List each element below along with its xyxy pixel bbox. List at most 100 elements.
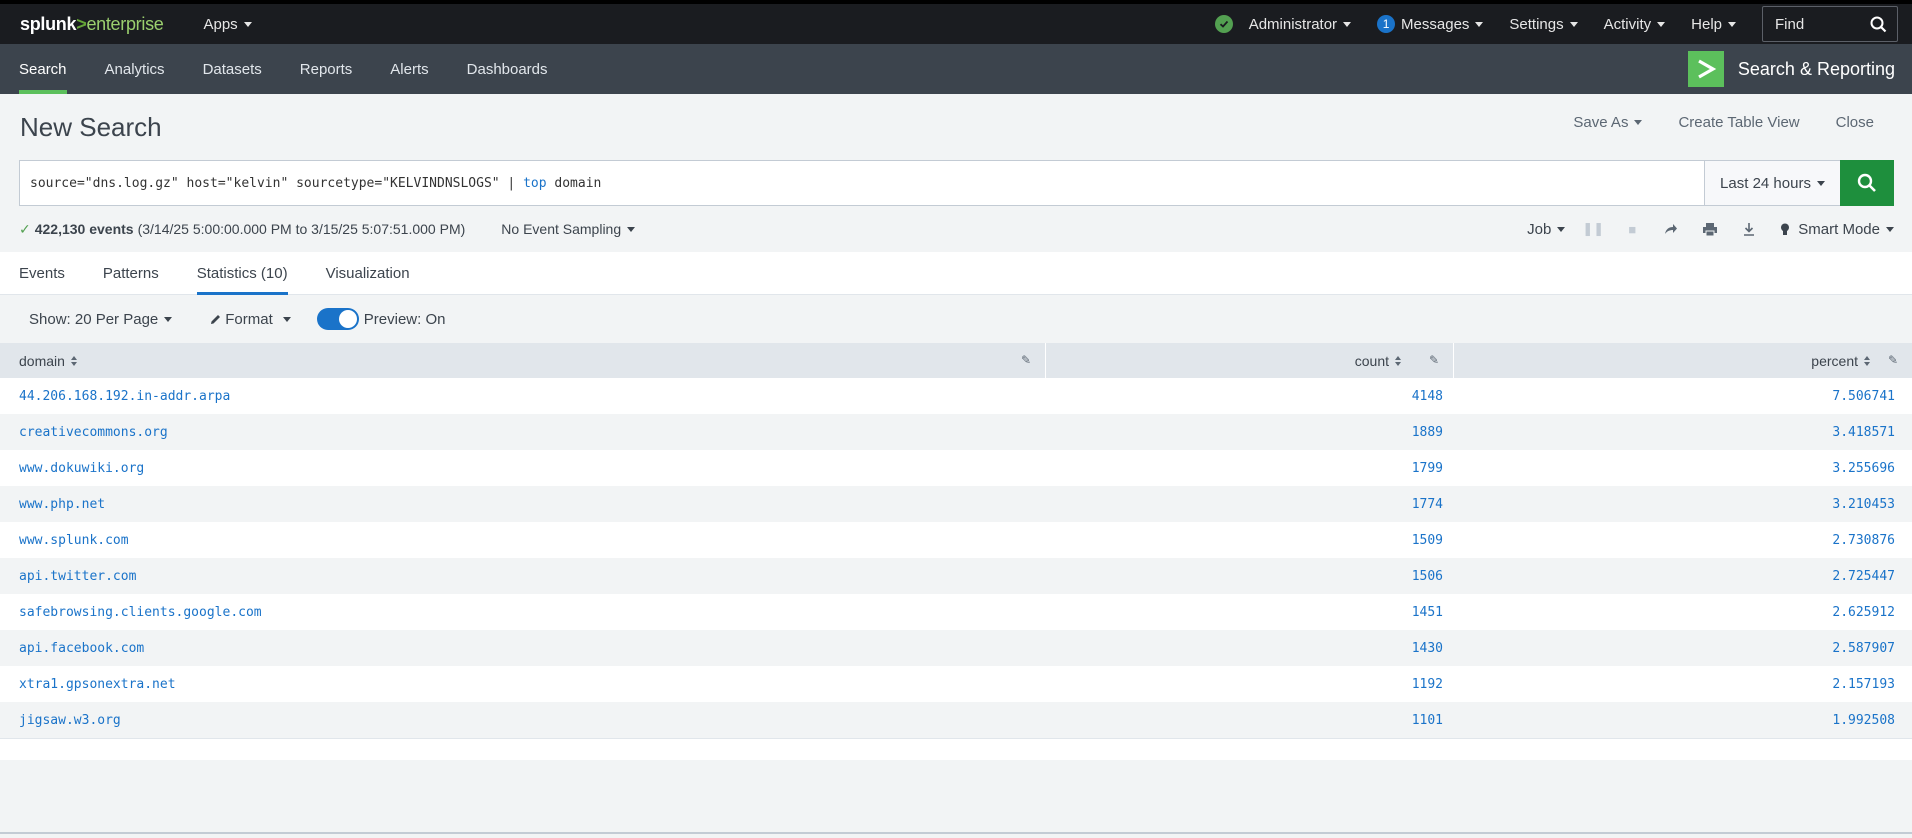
percent-cell[interactable]: 3.255696 bbox=[1454, 450, 1912, 486]
chevron-down-icon bbox=[1569, 21, 1578, 27]
event-time-span: (3/14/25 5:00:00.000 PM to 3/15/25 5:07:… bbox=[137, 221, 466, 237]
chevron-down-icon bbox=[1557, 226, 1566, 232]
chevron-down-icon bbox=[627, 226, 636, 232]
search-mode-menu[interactable]: Smart Mode bbox=[1780, 221, 1894, 238]
domain-cell[interactable]: safebrowsing.clients.google.com bbox=[0, 594, 1046, 630]
search-icon bbox=[1857, 173, 1876, 192]
results-tabs: Events Patterns Statistics (10) Visualiz… bbox=[0, 252, 1912, 295]
percent-cell[interactable]: 2.625912 bbox=[1454, 594, 1912, 630]
percent-cell[interactable]: 2.587907 bbox=[1454, 630, 1912, 666]
tab-patterns[interactable]: Patterns bbox=[84, 252, 178, 295]
domain-cell[interactable]: www.php.net bbox=[0, 486, 1046, 522]
column-header-domain[interactable]: domain ✎ bbox=[0, 343, 1046, 378]
help-menu[interactable]: Help bbox=[1691, 16, 1736, 33]
rows-per-page-menu[interactable]: Show: 20 Per Page bbox=[29, 311, 173, 328]
app-title[interactable]: Search & Reporting bbox=[1687, 50, 1895, 88]
percent-cell[interactable]: 7.506741 bbox=[1454, 378, 1912, 414]
table-row: www.dokuwiki.org 1799 3.255696 bbox=[0, 450, 1912, 486]
percent-cell[interactable]: 2.725447 bbox=[1454, 558, 1912, 594]
health-status-icon[interactable] bbox=[1214, 15, 1233, 33]
event-sampling-menu[interactable]: No Event Sampling bbox=[501, 221, 636, 237]
percent-cell[interactable]: 1.992508 bbox=[1454, 702, 1912, 738]
chevron-down-icon bbox=[1343, 21, 1352, 27]
nav-tab-alerts[interactable]: Alerts bbox=[371, 44, 447, 94]
percent-cell[interactable]: 2.157193 bbox=[1454, 666, 1912, 702]
activity-menu[interactable]: Activity bbox=[1604, 16, 1666, 33]
domain-cell[interactable]: api.twitter.com bbox=[0, 558, 1046, 594]
count-cell[interactable]: 1101 bbox=[1046, 702, 1454, 738]
messages-count-badge: 1 bbox=[1377, 15, 1396, 33]
nav-tab-datasets[interactable]: Datasets bbox=[184, 44, 281, 94]
count-cell[interactable]: 1192 bbox=[1046, 666, 1454, 702]
table-row: safebrowsing.clients.google.com 1451 2.625… bbox=[0, 594, 1912, 630]
apps-menu[interactable]: Apps bbox=[203, 16, 252, 33]
count-cell[interactable]: 1774 bbox=[1046, 486, 1454, 522]
column-header-percent[interactable]: percent ✎ bbox=[1454, 343, 1912, 378]
check-icon: ✓ bbox=[19, 220, 31, 237]
search-icon bbox=[1870, 16, 1887, 32]
nav-tab-analytics[interactable]: Analytics bbox=[86, 44, 184, 94]
column-header-count[interactable]: count ✎ bbox=[1046, 343, 1454, 378]
print-icon[interactable] bbox=[1699, 222, 1721, 236]
count-cell[interactable]: 1451 bbox=[1046, 594, 1454, 630]
toggle-switch[interactable] bbox=[316, 308, 359, 330]
percent-cell[interactable]: 2.730876 bbox=[1454, 522, 1912, 558]
app-navigation: Search Analytics Datasets Reports Alerts… bbox=[0, 44, 1912, 94]
divider bbox=[0, 832, 1912, 834]
table-footer bbox=[0, 738, 1912, 760]
domain-cell[interactable]: www.dokuwiki.org bbox=[0, 450, 1046, 486]
format-menu[interactable]: Format bbox=[210, 311, 291, 328]
domain-cell[interactable]: www.splunk.com bbox=[0, 522, 1046, 558]
sort-icon bbox=[1395, 355, 1401, 366]
search-bar: source="dns.log.gz" host="kelvin" source… bbox=[19, 159, 1894, 206]
table-row: api.twitter.com 1506 2.725447 bbox=[0, 558, 1912, 594]
preview-toggle[interactable]: Preview: On bbox=[316, 308, 445, 330]
tab-visualization[interactable]: Visualization bbox=[307, 252, 429, 295]
export-icon[interactable] bbox=[1738, 222, 1760, 236]
sort-icon bbox=[1864, 355, 1870, 366]
table-row: www.splunk.com 1509 2.730876 bbox=[0, 522, 1912, 558]
domain-cell[interactable]: api.facebook.com bbox=[0, 630, 1046, 666]
tab-statistics[interactable]: Statistics (10) bbox=[178, 252, 307, 295]
pencil-icon[interactable]: ✎ bbox=[1888, 353, 1898, 367]
pause-icon[interactable]: ❚❚ bbox=[1582, 221, 1604, 237]
nav-tab-dashboards[interactable]: Dashboards bbox=[448, 44, 567, 94]
pencil-icon[interactable]: ✎ bbox=[1429, 353, 1439, 367]
create-table-view-button[interactable]: Create Table View bbox=[1678, 114, 1799, 131]
count-cell[interactable]: 1509 bbox=[1046, 522, 1454, 558]
count-cell[interactable]: 4148 bbox=[1046, 378, 1454, 414]
nav-tab-reports[interactable]: Reports bbox=[281, 44, 372, 94]
messages-menu[interactable]: 1 Messages bbox=[1377, 15, 1484, 33]
time-range-picker[interactable]: Last 24 hours bbox=[1704, 161, 1840, 205]
close-button[interactable]: Close bbox=[1836, 114, 1874, 131]
search-button[interactable] bbox=[1840, 159, 1894, 206]
nav-tab-search[interactable]: Search bbox=[0, 44, 86, 94]
user-menu[interactable]: Administrator bbox=[1249, 16, 1352, 33]
count-cell[interactable]: 1799 bbox=[1046, 450, 1454, 486]
job-menu[interactable]: Job bbox=[1527, 221, 1566, 238]
chevron-down-icon bbox=[1886, 226, 1894, 232]
percent-cell[interactable]: 3.418571 bbox=[1454, 414, 1912, 450]
share-icon[interactable] bbox=[1660, 223, 1682, 235]
tab-events[interactable]: Events bbox=[0, 252, 84, 295]
count-cell[interactable]: 1506 bbox=[1046, 558, 1454, 594]
domain-cell[interactable]: 44.206.168.192.in-addr.arpa bbox=[0, 378, 1046, 414]
stop-icon[interactable]: ■ bbox=[1621, 222, 1643, 237]
save-as-menu[interactable]: Save As bbox=[1573, 114, 1643, 131]
domain-cell[interactable]: creativecommons.org bbox=[0, 414, 1046, 450]
pencil-icon[interactable]: ✎ bbox=[1021, 353, 1031, 367]
domain-cell[interactable]: jigsaw.w3.org bbox=[0, 702, 1046, 738]
top-bar: splunk > enterprise Apps Administrator 1 Me… bbox=[0, 0, 1912, 44]
table-row: jigsaw.w3.org 1101 1.992508 bbox=[0, 702, 1912, 738]
domain-cell[interactable]: xtra1.gpsonextra.net bbox=[0, 666, 1046, 702]
settings-menu[interactable]: Settings bbox=[1509, 16, 1578, 33]
splunk-logo[interactable]: splunk > enterprise bbox=[20, 14, 164, 35]
find-input[interactable]: Find bbox=[1762, 6, 1898, 42]
count-cell[interactable]: 1430 bbox=[1046, 630, 1454, 666]
chevron-down-icon bbox=[1728, 21, 1736, 27]
percent-cell[interactable]: 3.210453 bbox=[1454, 486, 1912, 522]
count-cell[interactable]: 1889 bbox=[1046, 414, 1454, 450]
table-row: www.php.net 1774 3.210453 bbox=[0, 486, 1912, 522]
search-query-input[interactable]: source="dns.log.gz" host="kelvin" source… bbox=[20, 161, 1704, 205]
chevron-down-icon bbox=[1816, 180, 1825, 186]
